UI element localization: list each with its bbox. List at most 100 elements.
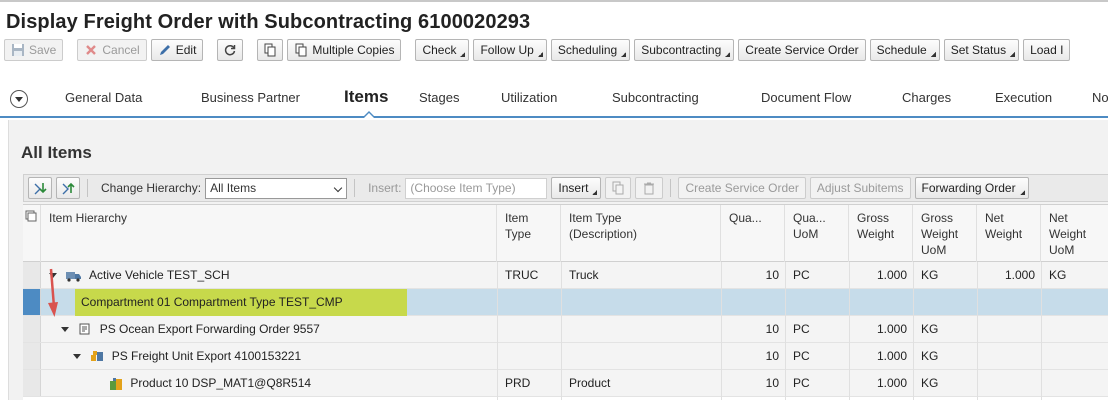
adjust-subitems-button[interactable]: Adjust Subitems [809,177,911,199]
gross-weight-cell: 1.000 [876,268,907,282]
insert-menu-button[interactable]: Insert [551,177,602,199]
copy-icon [295,43,307,57]
edit-label: Edit [175,43,197,57]
forwarding-order-menu-button[interactable]: Forwarding Order [914,177,1029,199]
column-header-gross-weight-uom[interactable]: Gross Weight UoM [913,205,977,262]
row-selector[interactable] [23,262,41,288]
trash-icon [644,182,655,195]
tab-charges[interactable]: Charges [902,90,951,105]
create-service-order-item-button[interactable]: Create Service Order [678,177,806,199]
row-selector[interactable] [23,343,41,369]
expand-down-icon [34,183,47,195]
gross-weight-cell: 1.000 [876,322,907,336]
column-header-net-weight-uom[interactable]: Net Weight UoM [1041,205,1108,262]
table-row[interactable]: PS Ocean Export Forwarding Order 9557 10… [23,316,1108,343]
tab-execution[interactable]: Execution [995,90,1052,105]
quantity-uom-cell: PC [793,268,810,282]
follow-up-menu-button[interactable]: Follow Up [473,39,547,61]
cancel-button[interactable]: Cancel [77,39,147,61]
set-status-menu-button[interactable]: Set Status [943,39,1020,61]
item-type-description-cell: Truck [569,268,599,282]
floppy-disk-icon [12,44,24,56]
copy-button[interactable] [257,39,284,61]
refresh-icon [225,44,236,56]
items-toolbar: Change Hierarchy: All Items Insert: (Cho… [23,174,1108,202]
column-header-item-type[interactable]: Item Type [497,205,561,262]
column-header-quantity-uom[interactable]: Qua... UoM [785,205,849,262]
check-menu-button[interactable]: Check [415,39,470,61]
main-toolbar: Save Cancel Edit Multiple Copies Check F… [0,36,1108,64]
column-header-gross-weight[interactable]: Gross Weight [849,205,913,262]
active-tab-caret [362,111,376,118]
expand-triangle-icon[interactable] [73,354,81,360]
column-header-item-hierarchy[interactable]: Item Hierarchy [41,205,497,262]
quantity-uom-cell: PC [793,349,810,363]
tab-items[interactable]: Items [344,87,388,107]
table-row[interactable]: Product 10 DSP_MAT1@Q8R514 PRD Product 1… [23,370,1108,397]
subcontracting-menu-button[interactable]: Subcontracting [634,39,735,61]
quantity-cell: 10 [765,376,779,390]
expand-all-button[interactable] [28,177,52,199]
net-weight-cell: 1.000 [1004,268,1035,282]
annotation-arrow-icon [48,268,58,317]
column-divider [785,262,786,400]
collapse-all-button[interactable] [56,177,80,199]
items-panel: All Items Change Hierarchy: All Items In… [8,120,1108,400]
change-hierarchy-label: Change Hierarchy: [101,181,202,195]
multiple-copies-button[interactable]: Multiple Copies [287,39,402,61]
gross-weight-cell: 1.000 [876,376,907,390]
change-hierarchy-select[interactable]: All Items [205,177,348,199]
tab-subcontracting[interactable]: Subcontracting [612,90,699,105]
refresh-button[interactable] [217,39,244,61]
item-name: PS Ocean Export Forwarding Order 9557 [99,322,320,336]
save-button[interactable]: Save [4,39,64,61]
delete-item-button[interactable] [635,177,664,199]
tab-notes[interactable]: No [1092,90,1108,105]
copy-icon [264,43,276,57]
table-header: Item Hierarchy Item Type Item Type (Descri… [23,205,1108,262]
column-divider [913,262,914,400]
cancel-label: Cancel [102,43,140,57]
scheduling-menu-button[interactable]: Scheduling [550,39,631,61]
quantity-uom-cell: PC [793,376,810,390]
create-service-order-button[interactable]: Create Service Order [738,39,866,61]
quantity-uom-cell: PC [793,322,810,336]
insert-label: Insert: [368,181,402,195]
schedule-menu-button[interactable]: Schedule [869,39,940,61]
load-button[interactable]: Load I [1023,39,1071,61]
cancel-x-icon [86,45,97,55]
column-header-item-type-description[interactable]: Item Type (Description) [561,205,721,262]
table-row-selected[interactable]: Compartment 01 Compartment Type TEST_CMP [23,289,1108,316]
quantity-cell: 10 [765,349,779,363]
column-divider [561,262,562,400]
tab-strip: General Data Business Partner Items Stag… [0,78,1108,118]
column-settings-icon[interactable] [23,205,41,262]
column-header-net-weight[interactable]: Net Weight [977,205,1041,262]
tab-business-partner[interactable]: Business Partner [201,90,300,105]
collapse-chevron-icon[interactable] [10,90,28,108]
tab-stages[interactable]: Stages [419,90,459,105]
table-row[interactable]: Active Vehicle TEST_SCH TRUC Truck 10 PC… [23,262,1108,289]
freight-unit-icon [91,351,104,362]
tree-cell: PS Freight Unit Export 4100153221 [73,343,301,370]
column-divider [497,262,498,400]
copy-item-button[interactable] [605,177,632,199]
column-header-quantity[interactable]: Qua... [721,205,785,262]
table-row[interactable]: PS Freight Unit Export 4100153221 10 PC … [23,343,1108,370]
row-selector[interactable] [23,370,41,396]
column-divider [721,262,722,400]
row-selector[interactable] [23,316,41,342]
edit-button[interactable]: Edit [150,39,204,61]
copy-icon [612,181,624,195]
tree-cell: Active Vehicle TEST_SCH [49,262,230,289]
truck-icon [66,271,82,282]
insert-item-type-input[interactable]: (Choose Item Type) [405,177,548,199]
row-selector[interactable] [23,289,41,315]
save-label: Save [29,43,57,57]
tree-cell: Product 10 DSP_MAT1@Q8R514 [109,370,311,397]
expand-triangle-icon[interactable] [61,327,69,333]
title-bar: Display Freight Order with Subcontractin… [0,0,1108,36]
tab-utilization[interactable]: Utilization [501,90,557,105]
tab-document-flow[interactable]: Document Flow [761,90,851,105]
tab-general-data[interactable]: General Data [65,90,142,105]
